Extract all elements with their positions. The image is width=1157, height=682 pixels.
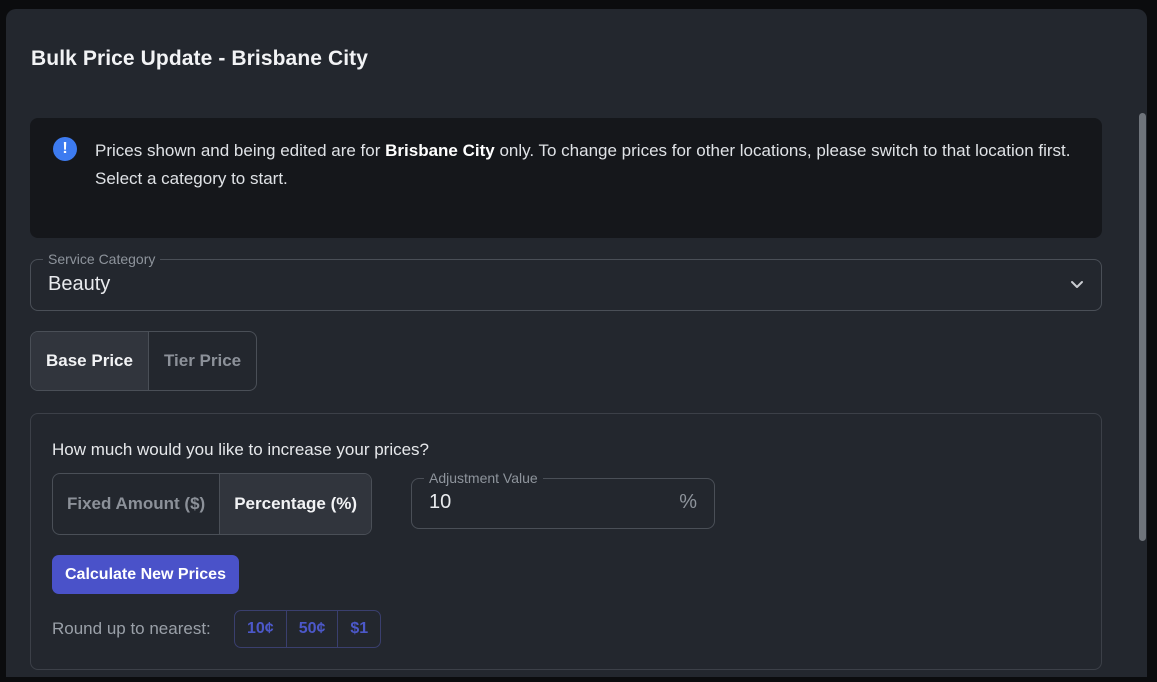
service-category-select[interactable]: Service Category Beauty <box>30 250 1102 311</box>
round-up-options: 10¢ 50¢ $1 <box>234 610 382 648</box>
alert-location: Brisbane City <box>385 141 495 160</box>
fixed-amount-toggle[interactable]: Fixed Amount ($) <box>53 474 219 534</box>
alert-line2: Select a category to start. <box>95 169 288 188</box>
chevron-down-icon <box>1071 281 1083 288</box>
calculate-new-prices-button[interactable]: Calculate New Prices <box>52 555 239 594</box>
adjustment-value-input[interactable]: Adjustment Value 10 % <box>411 469 715 529</box>
alert-message: Prices shown and being edited are for Br… <box>95 137 1085 193</box>
bulk-price-dialog: Bulk Price Update - Brisbane City ! Pric… <box>6 9 1147 677</box>
alert-text-before: Prices shown and being edited are for <box>95 141 386 160</box>
round-10c-button[interactable]: 10¢ <box>235 611 286 647</box>
round-up-label: Round up to nearest: <box>52 619 211 638</box>
adjustment-unit: % <box>679 491 697 513</box>
tier-price-toggle[interactable]: Tier Price <box>147 332 256 390</box>
round-50c-button[interactable]: 50¢ <box>285 611 338 647</box>
dialog-title: Bulk Price Update - Brisbane City <box>31 47 369 70</box>
alert-text-after: only. To change prices for other locatio… <box>494 141 1071 160</box>
adjustment-type-toggle: Fixed Amount ($) Percentage (%) <box>52 473 373 535</box>
location-info-alert: ! Prices shown and being edited are for … <box>30 118 1102 238</box>
percentage-toggle[interactable]: Percentage (%) <box>219 474 372 534</box>
round-1-dollar-button[interactable]: $1 <box>337 611 380 647</box>
adjustment-panel: How much would you like to increase your… <box>30 413 1102 670</box>
scrollbar[interactable] <box>1137 109 1147 677</box>
info-icon: ! <box>53 137 77 161</box>
scrollbar-thumb[interactable] <box>1139 113 1146 541</box>
adjustment-value-label: Adjustment Value <box>424 469 543 487</box>
adjustment-value: 10 <box>429 491 452 513</box>
service-category-value: Beauty <box>48 273 111 295</box>
service-category-label: Service Category <box>43 250 161 268</box>
base-price-toggle[interactable]: Base Price <box>31 332 148 390</box>
price-mode-toggle: Base Price Tier Price <box>30 331 258 391</box>
adjustment-question: How much would you like to increase your… <box>52 440 430 459</box>
